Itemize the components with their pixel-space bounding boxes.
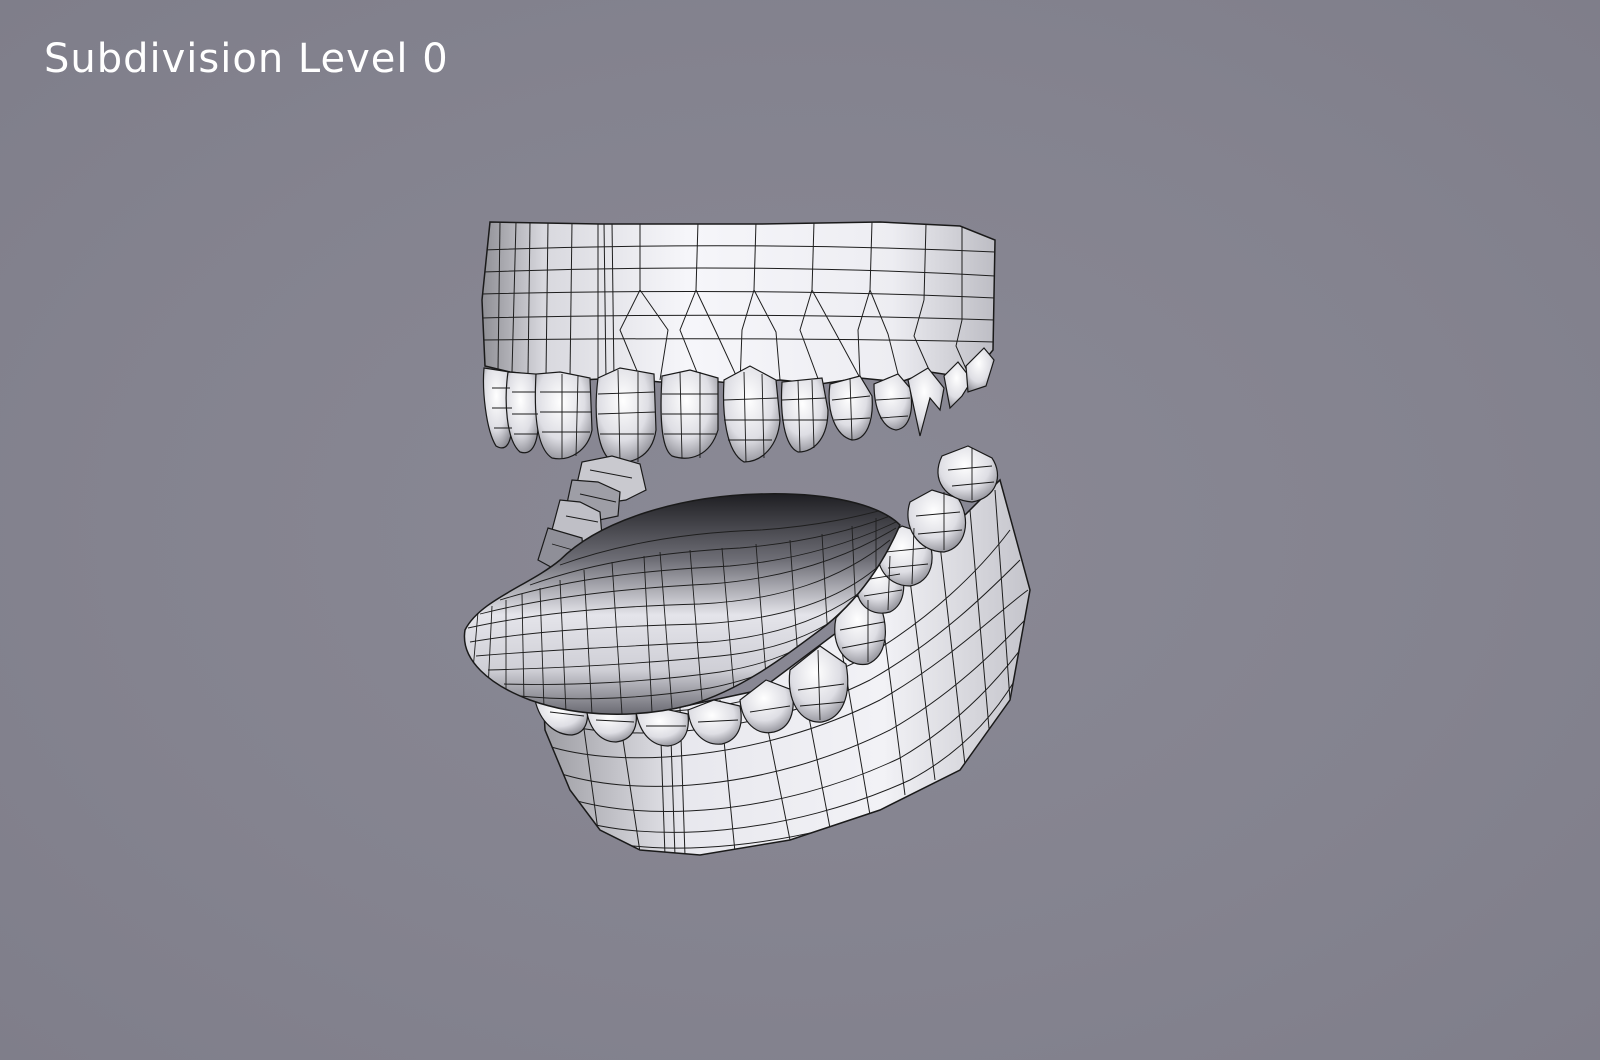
teeth-and-tongue-mesh <box>463 221 1031 856</box>
render-viewport: Subdivision Level 0 <box>0 0 1600 1060</box>
upper-gum-mesh <box>481 221 996 385</box>
